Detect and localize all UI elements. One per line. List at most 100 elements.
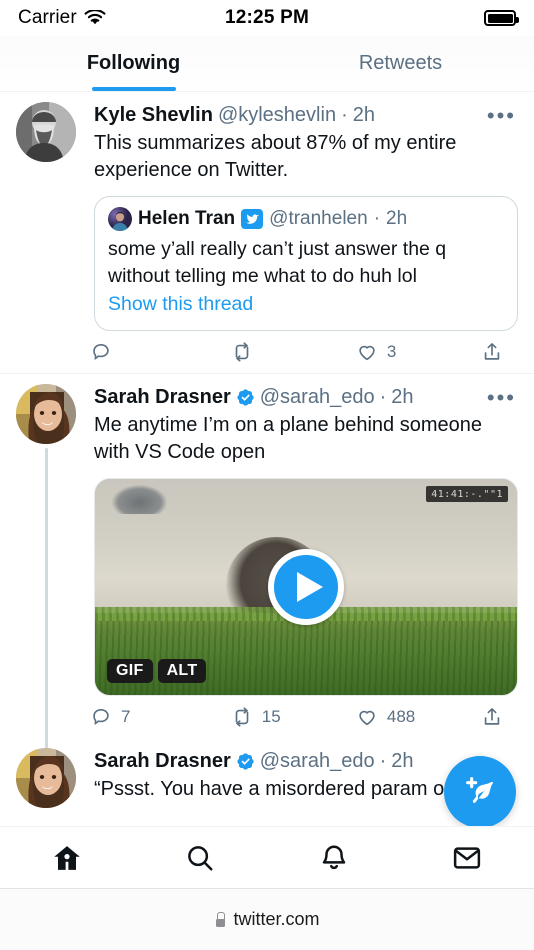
display-name[interactable]: Sarah Drasner <box>94 750 231 773</box>
tweet-header: Sarah Drasner @sarah_edo · 2h ••• <box>94 386 518 409</box>
compose-feather-plus-icon <box>466 777 494 803</box>
tweet-body: Kyle Shevlin @kyleshevlin · 2h ••• This … <box>93 102 518 373</box>
heart-icon <box>359 710 375 726</box>
handle[interactable]: @kyleshevlin <box>218 104 336 127</box>
alt-badge[interactable]: ALT <box>157 659 207 683</box>
nav-notifications[interactable] <box>267 843 401 873</box>
reply-action[interactable]: 7 <box>90 706 231 728</box>
display-name[interactable]: Kyle Shevlin <box>94 104 213 127</box>
gif-badge: GIF <box>107 659 153 683</box>
tweet-header: Kyle Shevlin @kyleshevlin · 2h ••• <box>94 104 518 127</box>
quoted-handle[interactable]: @tranhelen <box>269 208 368 230</box>
like-count: 3 <box>386 342 397 361</box>
retweet-count: 15 <box>261 707 281 726</box>
media-watermark: 41:41:-.""1 <box>426 486 508 502</box>
tab-following-label: Following <box>86 52 181 74</box>
battery-full-icon <box>484 10 519 26</box>
retweet-icon <box>235 342 249 362</box>
verified-badge-icon <box>237 389 254 406</box>
bottom-navigation <box>0 826 534 888</box>
avatar-image-helen <box>108 207 132 231</box>
share-icon <box>484 708 500 725</box>
play-icon[interactable] <box>268 549 344 625</box>
notifications-bell-icon <box>322 845 345 869</box>
verified-badge-icon <box>237 753 254 770</box>
like-action[interactable]: 488 <box>356 706 481 728</box>
separator-dot: · <box>379 386 387 408</box>
quoted-separator-dot: · <box>373 208 381 229</box>
home-icon <box>54 845 80 870</box>
tweet-kyle-shevlin[interactable]: Kyle Shevlin @kyleshevlin · 2h ••• This … <box>0 92 534 373</box>
reply-action[interactable] <box>90 341 231 363</box>
thread-connector-line <box>45 448 48 750</box>
avatar[interactable] <box>16 748 76 808</box>
nav-home[interactable] <box>0 843 134 873</box>
separator-dot: · <box>341 104 348 126</box>
more-options-icon[interactable]: ••• <box>485 386 518 408</box>
tab-active-indicator <box>91 87 176 91</box>
bird-glyph <box>245 213 259 224</box>
gif-media-card[interactable]: 41:41:-.""1 GIF ALT <box>94 478 518 696</box>
tweet-sarah-drasner-gif[interactable]: Sarah Drasner @sarah_edo · 2h ••• Me any… <box>0 373 534 750</box>
avatar-image-sarah-2 <box>16 748 76 808</box>
status-bar-right <box>484 10 519 26</box>
nav-search[interactable] <box>134 843 268 873</box>
cloud-shape <box>111 485 167 514</box>
twitter-bird-badge-icon <box>241 209 264 229</box>
quoted-timestamp: 2h <box>386 208 408 229</box>
tweet-text: This summarizes about 87% of my entire e… <box>94 132 457 181</box>
media-badges: GIF ALT <box>107 659 207 683</box>
quoted-avatar[interactable] <box>108 207 132 231</box>
avatar[interactable] <box>16 384 76 444</box>
tab-following[interactable]: Following <box>0 36 267 91</box>
share-action[interactable] <box>481 706 512 728</box>
heart-icon <box>359 345 375 361</box>
retweet-icon <box>235 707 249 727</box>
twitter-mobile-screen: Carrier 12:25 PM Following Retweets Kyle… <box>0 0 534 950</box>
nav-messages[interactable] <box>401 843 534 873</box>
like-count: 488 <box>386 707 416 726</box>
share-action[interactable] <box>481 341 512 363</box>
tweet-body: Sarah Drasner @sarah_edo · 2h ••• Me any… <box>93 384 518 738</box>
browser-url-bar[interactable]: twitter.com <box>0 888 534 950</box>
reply-icon <box>93 709 109 726</box>
reply-count: 7 <box>121 707 131 726</box>
show-this-thread-link[interactable]: Show this thread <box>108 291 504 318</box>
timestamp[interactable]: 2h <box>353 104 375 127</box>
lock-icon <box>214 912 226 927</box>
url-domain: twitter.com <box>233 909 320 929</box>
avatar-column <box>16 102 82 373</box>
avatar-column <box>16 384 82 750</box>
avatar-image-kyle <box>16 102 76 162</box>
tweet-text: Me anytime I’m on a plane behind someone… <box>94 414 483 463</box>
status-bar: Carrier 12:25 PM <box>0 0 534 36</box>
wifi-icon <box>84 10 106 25</box>
quoted-tweet-header: Helen Tran @tranhelen · 2h <box>108 207 504 231</box>
handle[interactable]: @sarah_edo <box>260 386 375 409</box>
status-bar-left: Carrier <box>18 7 106 29</box>
timestamp[interactable]: 2h <box>391 386 413 409</box>
share-icon <box>484 343 500 360</box>
timestamp[interactable]: 2h <box>391 750 413 773</box>
retweet-action[interactable] <box>231 341 356 363</box>
tab-retweets[interactable]: Retweets <box>267 36 534 91</box>
handle[interactable]: @sarah_edo <box>260 750 375 773</box>
tweet-actions: 3 <box>90 341 518 363</box>
reply-icon <box>93 344 109 361</box>
separator-dot: · <box>379 750 387 772</box>
avatar-image-sarah <box>16 384 76 444</box>
timeline-tabs: Following Retweets <box>0 36 534 92</box>
tweet-actions: 7 15 488 <box>90 706 518 728</box>
quoted-display-name[interactable]: Helen Tran <box>138 208 235 230</box>
like-action[interactable]: 3 <box>356 341 481 363</box>
quoted-tweet-text: some y’all really can’t just answer the … <box>108 238 447 287</box>
avatar[interactable] <box>16 102 76 162</box>
display-name[interactable]: Sarah Drasner <box>94 386 231 409</box>
tab-retweets-label: Retweets <box>358 52 443 74</box>
messages-envelope-icon <box>454 846 481 869</box>
quoted-tweet[interactable]: Helen Tran @tranhelen · 2h some y’all re… <box>94 196 518 331</box>
more-options-icon[interactable]: ••• <box>485 104 518 126</box>
compose-tweet-button[interactable] <box>444 756 516 828</box>
retweet-action[interactable]: 15 <box>231 706 356 728</box>
avatar-column <box>16 748 82 808</box>
